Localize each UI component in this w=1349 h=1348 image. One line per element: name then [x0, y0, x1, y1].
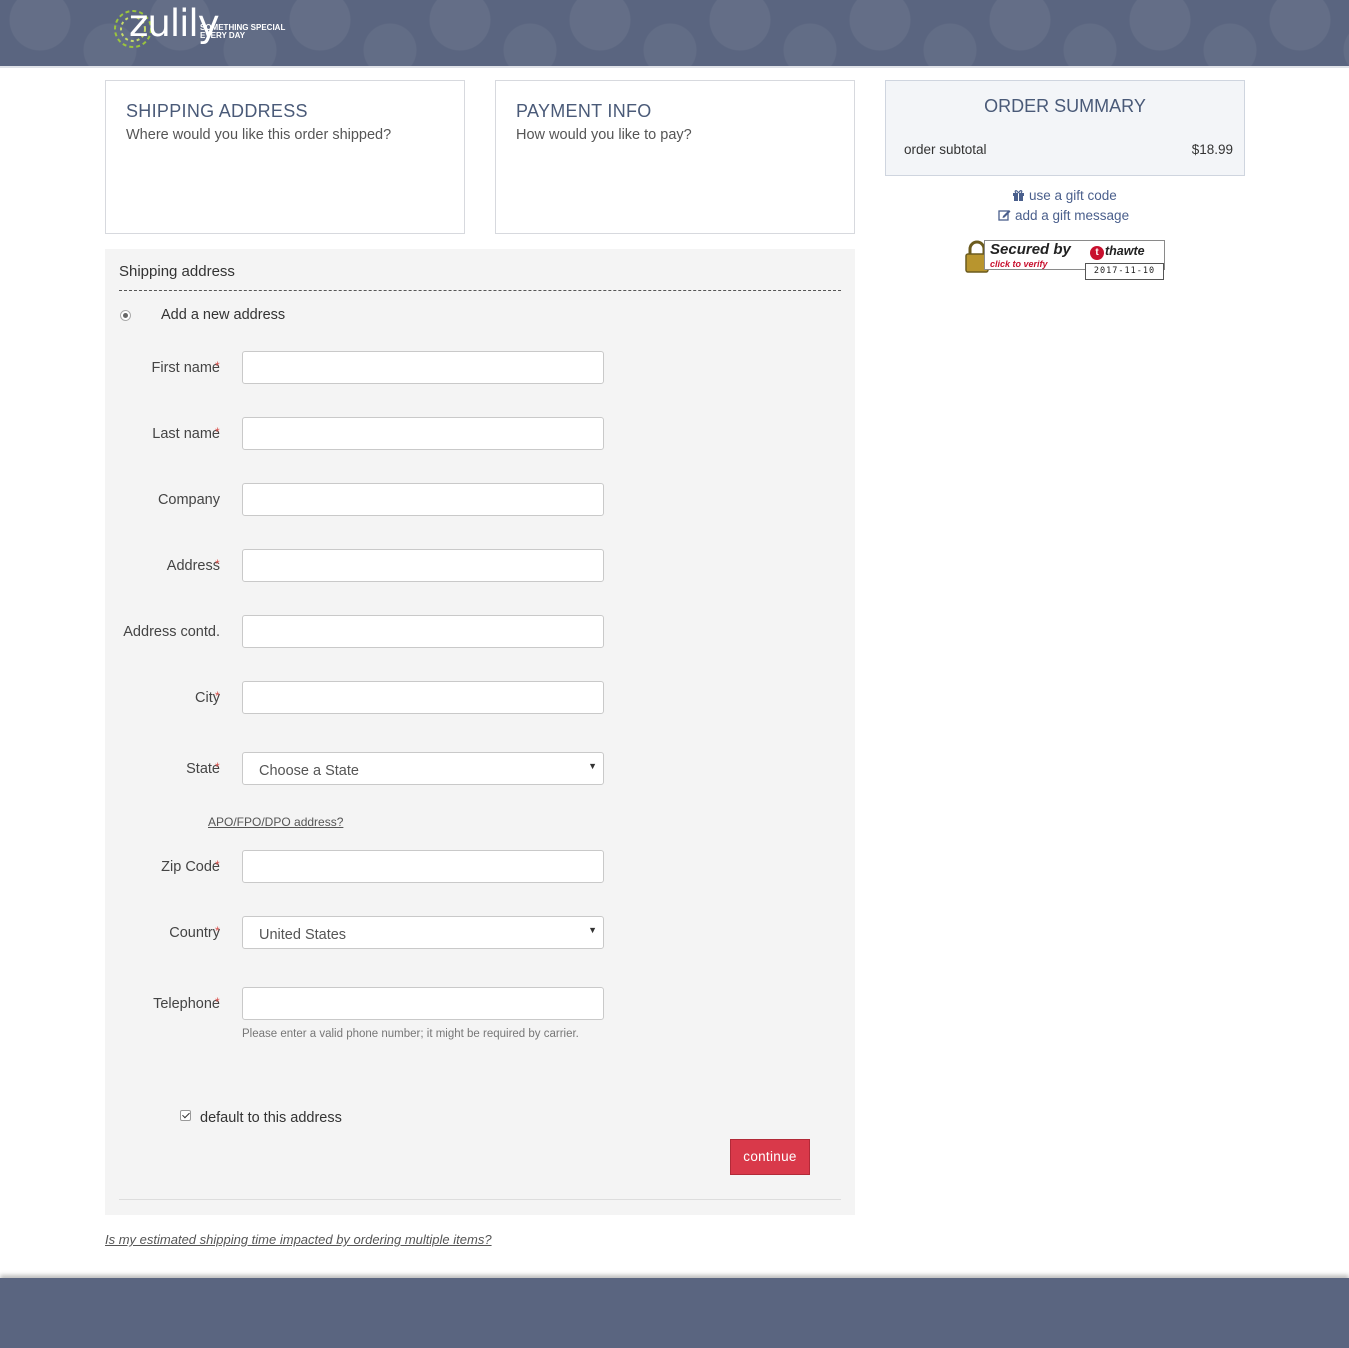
- country-select[interactable]: United States ▼: [242, 916, 604, 949]
- telephone-label: Telephone: [153, 996, 220, 1012]
- city-input[interactable]: [242, 681, 604, 714]
- zip-code-input[interactable]: [242, 850, 604, 883]
- order-summary-title: ORDER SUMMARY: [984, 96, 1146, 116]
- site-footer: [0, 1278, 1349, 1348]
- step-payment-title: PAYMENT INFO: [516, 101, 652, 121]
- thawte-logo-icon: t: [1090, 246, 1104, 260]
- phone-hint: Please enter a valid phone number; it mi…: [242, 1028, 579, 1040]
- add-gift-message-link[interactable]: add a gift message: [998, 208, 1129, 223]
- gift-message-label: add a gift message: [1015, 208, 1130, 223]
- tagline-line-2: EVERY DAY: [200, 31, 246, 40]
- step-shipping-title: SHIPPING ADDRESS: [126, 101, 308, 121]
- required-marker: *: [215, 858, 220, 872]
- telephone-input[interactable]: [242, 987, 604, 1020]
- shipping-time-faq-link[interactable]: Is my estimated shipping time impacted b…: [105, 1232, 492, 1247]
- state-selected-value: Choose a State: [259, 763, 359, 779]
- subtotal-label: order subtotal: [904, 142, 987, 157]
- gift-code-label: use a gift code: [1029, 188, 1117, 203]
- country-label: Country: [169, 925, 220, 941]
- required-marker: *: [215, 995, 220, 1009]
- default-address-checkbox[interactable]: [180, 1110, 191, 1121]
- zip-code-label: Zip Code: [161, 859, 220, 875]
- company-input[interactable]: [242, 483, 604, 516]
- company-label: Company: [157, 492, 220, 508]
- seal-date: 2017-11-10: [1085, 263, 1164, 280]
- country-selected-value: United States: [259, 927, 347, 943]
- section-divider: [119, 290, 841, 291]
- seal-brand: t thawte: [1090, 244, 1145, 260]
- thawte-security-seal[interactable]: Secured by t thawte click to verify 2017-…: [964, 240, 1165, 280]
- dropdown-arrow-icon: ▼: [588, 925, 597, 935]
- required-marker: *: [215, 689, 220, 703]
- dropdown-arrow-icon: ▼: [588, 761, 597, 771]
- state-select[interactable]: Choose a State ▼: [242, 752, 604, 785]
- site-header: zulily SOMETHING SPECIAL EVERY DAY: [0, 0, 1349, 68]
- new-address-radio[interactable]: [120, 310, 131, 321]
- use-gift-code-link[interactable]: use a gift code: [1012, 188, 1117, 203]
- seal-verify-text: click to verify: [990, 259, 1048, 269]
- edit-icon: [998, 210, 1011, 221]
- panel-divider: [119, 1199, 841, 1200]
- step-payment-info[interactable]: PAYMENT INFO How would you like to pay?: [495, 80, 855, 234]
- address-input[interactable]: [242, 549, 604, 582]
- first-name-label: First name: [151, 360, 221, 376]
- first-name-input[interactable]: [242, 351, 604, 384]
- new-address-label: Add a new address: [161, 307, 286, 323]
- gift-icon: [1013, 190, 1024, 201]
- continue-button[interactable]: continue: [730, 1139, 810, 1175]
- form-section-title: Shipping address: [119, 263, 235, 280]
- required-marker: *: [215, 760, 220, 774]
- address-contd-input[interactable]: [242, 615, 604, 648]
- address-contd-label: Address contd.: [123, 624, 220, 640]
- seal-title: Secured by: [990, 241, 1071, 258]
- logo-tagline: SOMETHING SPECIAL EVERY DAY: [200, 24, 285, 40]
- required-marker: *: [215, 557, 220, 571]
- last-name-input[interactable]: [242, 417, 604, 450]
- required-marker: *: [215, 425, 220, 439]
- shipping-address-form: Shipping address Add a new address First…: [105, 249, 855, 1215]
- step-shipping-subtitle: Where would you like this order shipped?: [126, 127, 392, 143]
- required-marker: *: [215, 359, 220, 373]
- apo-fpo-dpo-link[interactable]: APO/FPO/DPO address?: [208, 815, 343, 829]
- required-marker: *: [215, 924, 220, 938]
- address-label: Address: [166, 558, 220, 574]
- step-shipping-address[interactable]: SHIPPING ADDRESS Where would you like th…: [105, 80, 465, 234]
- order-summary: ORDER SUMMARY order subtotal $18.99: [885, 80, 1245, 176]
- last-name-label: Last name: [152, 426, 220, 442]
- default-address-label: default to this address: [200, 1110, 342, 1126]
- seal-brand-text: thawte: [1105, 244, 1145, 258]
- subtotal-value: $18.99: [1191, 142, 1233, 157]
- step-payment-subtitle: How would you like to pay?: [516, 127, 692, 143]
